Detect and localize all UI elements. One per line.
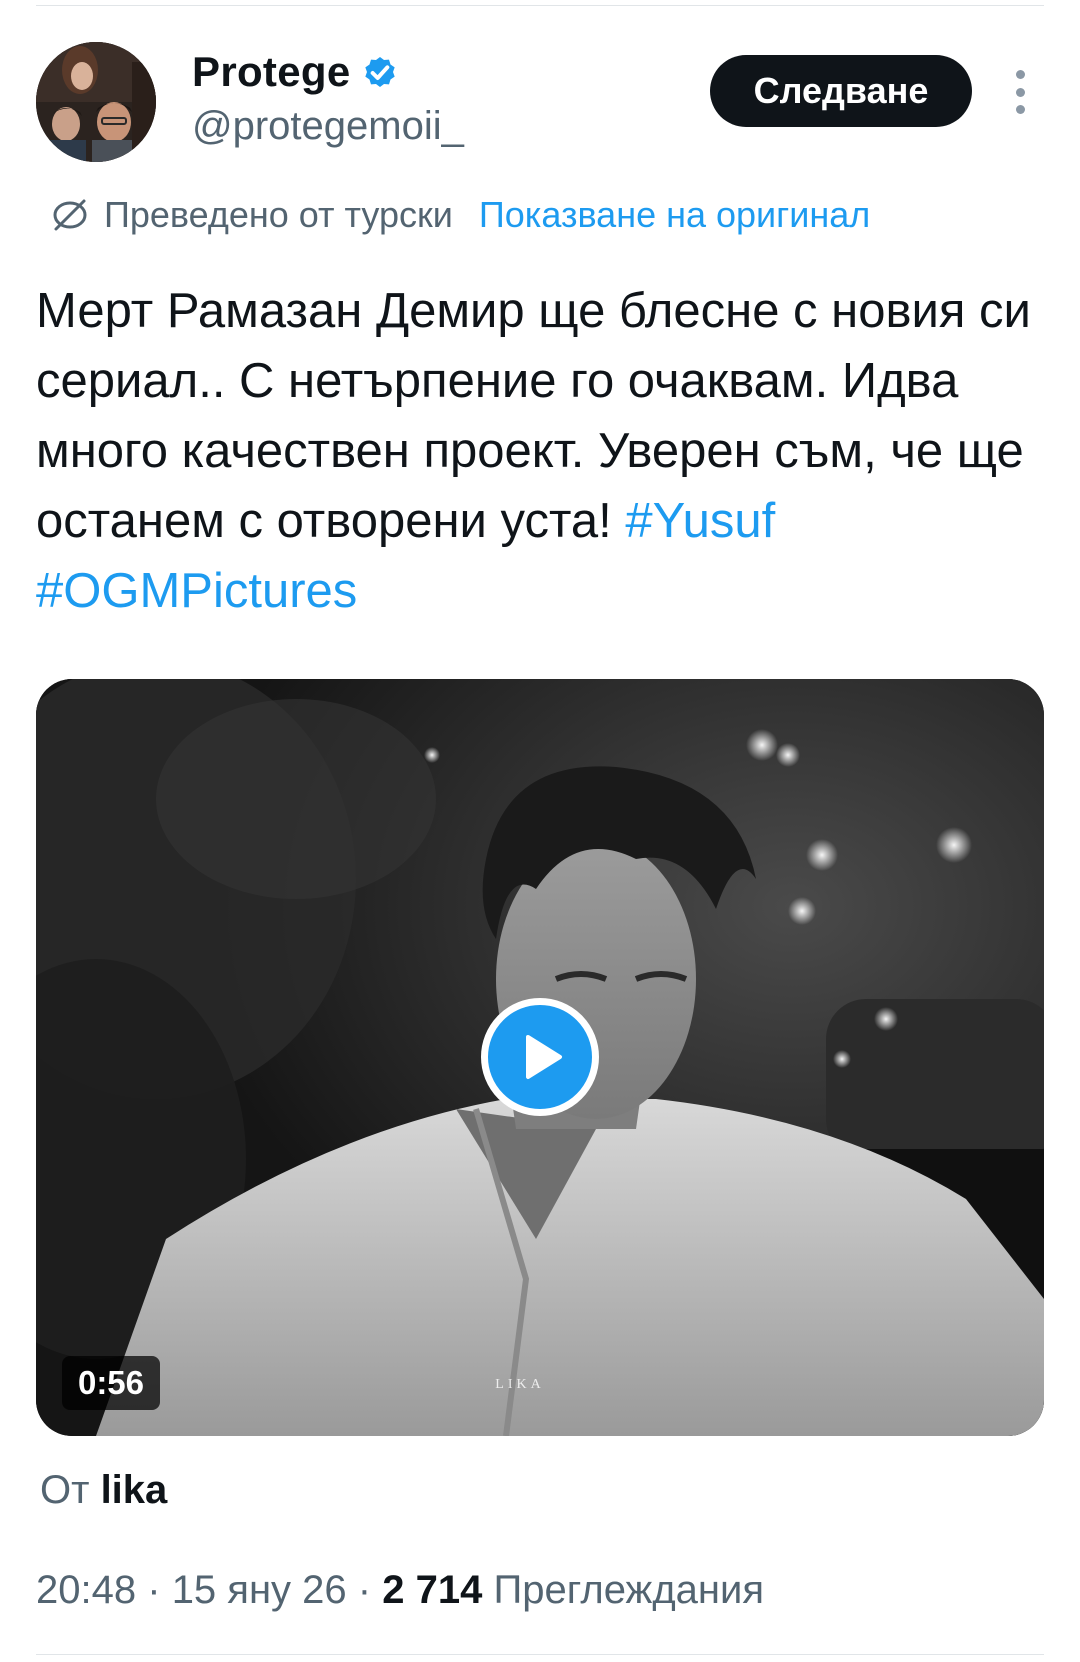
display-name[interactable]: Protege [192, 48, 350, 96]
hashtag-link[interactable]: #OGMPictures [36, 564, 357, 618]
video-duration-badge: 0:56 [62, 1356, 160, 1410]
play-icon [526, 1035, 562, 1079]
views-count: 2 714 [382, 1567, 483, 1612]
tweet-detail: Protege @protegemoii_ Следване Преведено… [0, 0, 1080, 1662]
divider-bottom [36, 1654, 1044, 1655]
avatar[interactable] [36, 42, 156, 162]
views-label[interactable]: Преглеждания [493, 1568, 764, 1613]
user-handle[interactable]: @protegemoii_ [192, 104, 464, 149]
display-name-row[interactable]: Protege [192, 44, 400, 100]
media-attribution: От lika [40, 1468, 167, 1513]
hashtag-link[interactable]: #Yusuf [625, 494, 775, 548]
divider-top [36, 5, 1044, 6]
attribution-prefix: От [40, 1468, 90, 1512]
attribution-source-link[interactable]: lika [101, 1468, 168, 1512]
globe-slash-icon [50, 195, 90, 235]
meta-separator: · [357, 1567, 372, 1612]
follow-button[interactable]: Следване [710, 55, 972, 127]
more-vertical-icon[interactable] [1008, 70, 1032, 114]
tweet-body: Мерт Рамазан Демир ще блесне с новия си … [36, 284, 1031, 548]
tweet-time[interactable]: 20:48 [36, 1568, 136, 1613]
verified-badge-icon [360, 52, 400, 92]
translated-from-label: Преведено от турски [104, 194, 453, 235]
tweet-meta: 20:48 · 15 яну 26 · 2 714 Преглеждания [36, 1562, 764, 1618]
show-original-link[interactable]: Показване на оригинал [479, 194, 870, 236]
tweet-text: Мерт Рамазан Демир ще блесне с новия си … [36, 276, 1046, 626]
meta-separator: · [147, 1567, 161, 1612]
play-button[interactable] [481, 998, 599, 1116]
translation-row: Преведено от турски Показване на оригина… [50, 190, 870, 240]
tweet-date[interactable]: 15 яну 26 [172, 1568, 347, 1613]
video-watermark: LIKA [495, 1377, 545, 1392]
